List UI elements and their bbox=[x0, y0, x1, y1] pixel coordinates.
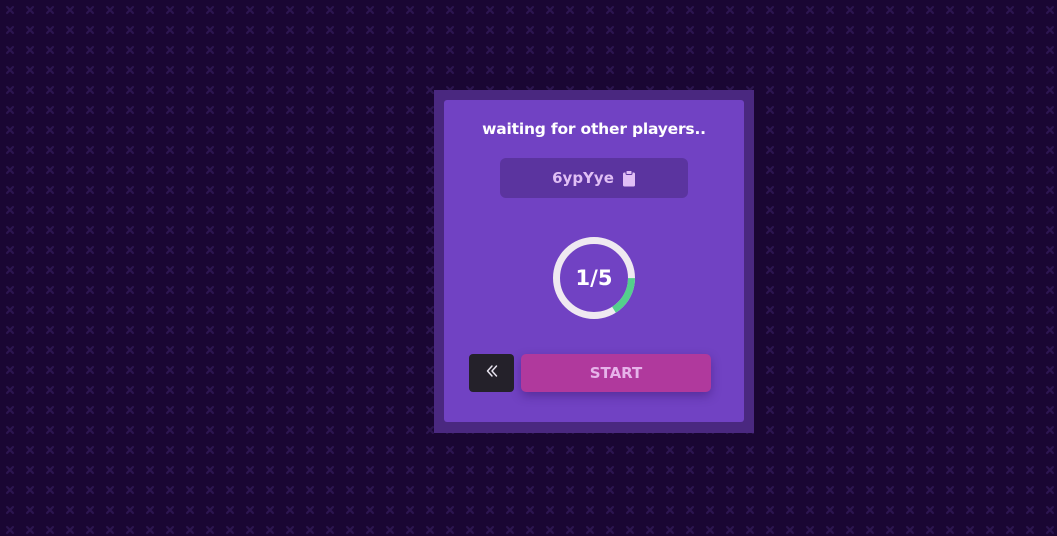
room-code: 6ypYye bbox=[552, 169, 614, 187]
double-chevron-left-icon bbox=[484, 363, 500, 383]
lobby-card: waiting for other players.. 6ypYye 1/5 S… bbox=[444, 100, 744, 422]
clipboard-icon bbox=[622, 169, 636, 187]
lobby-card-frame: waiting for other players.. 6ypYye 1/5 S… bbox=[434, 90, 754, 433]
room-code-copy-button[interactable]: 6ypYye bbox=[500, 158, 688, 198]
player-count-label: 1/5 bbox=[575, 266, 613, 290]
start-button[interactable]: START bbox=[521, 354, 711, 392]
back-button[interactable] bbox=[469, 354, 514, 392]
lobby-title: waiting for other players.. bbox=[482, 120, 706, 138]
